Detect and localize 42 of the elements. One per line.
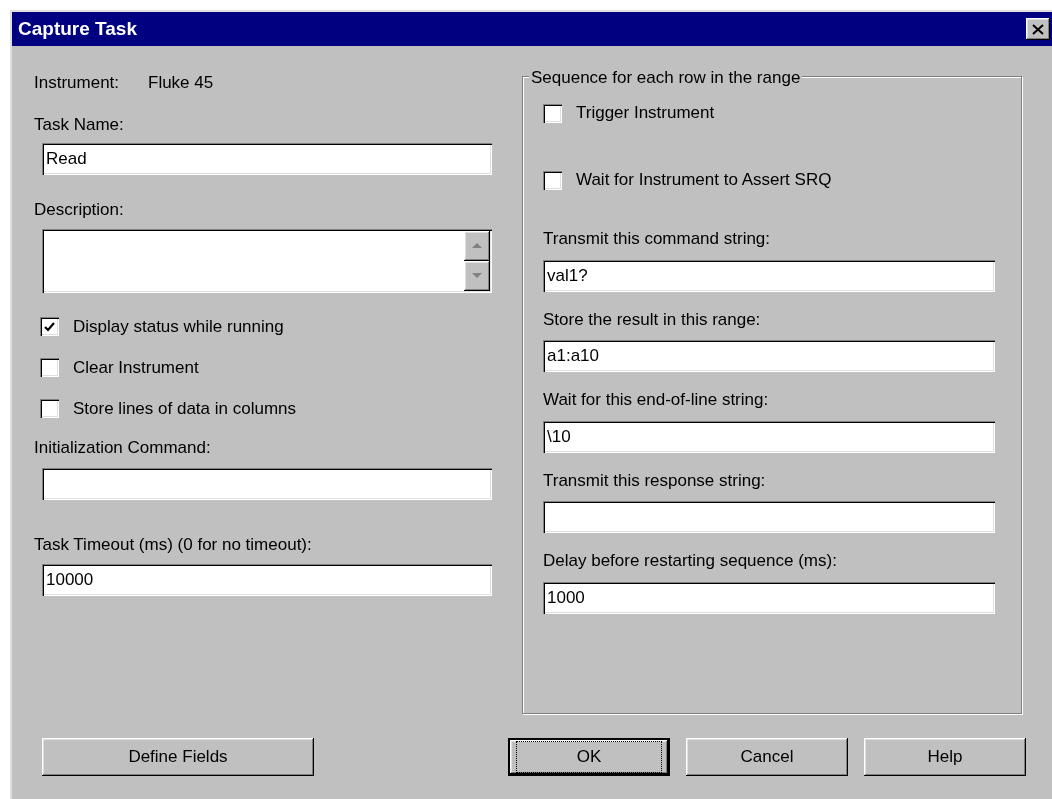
- dialog-button[interactable]: Define Fields: [42, 738, 314, 776]
- field-label: Initialization Command:: [34, 436, 212, 459]
- dialog-button[interactable]: Help: [864, 738, 1026, 776]
- checkbox[interactable]: [40, 399, 59, 418]
- field-label: Transmit this command string:: [543, 228, 772, 250]
- text-field[interactable]: \10: [543, 420, 995, 453]
- checkbox-label: Clear Instrument: [73, 356, 199, 379]
- field-label: Description:: [34, 199, 125, 221]
- checkbox[interactable]: [40, 317, 59, 336]
- checkbox[interactable]: [543, 103, 562, 123]
- description-field[interactable]: [42, 228, 492, 293]
- field-label: Task Name:: [34, 113, 125, 136]
- field-label: Wait for this end-of-line string:: [543, 389, 770, 411]
- field-label: Transmit this response string:: [543, 469, 767, 492]
- field-label: Store the result in this range:: [543, 308, 762, 331]
- scroll-up-button[interactable]: [464, 230, 490, 261]
- window-title: Capture Task: [18, 16, 137, 41]
- text-field[interactable]: [543, 501, 995, 533]
- close-button[interactable]: [1026, 18, 1050, 40]
- text-field[interactable]: [42, 468, 492, 500]
- checkbox-label: Store lines of data in columns: [73, 397, 296, 420]
- text-field[interactable]: Read: [42, 143, 492, 175]
- checkbox-label: Wait for Instrument to Assert SRQ: [576, 169, 832, 192]
- text-field[interactable]: val1?: [543, 259, 995, 292]
- field-label: Delay before restarting sequence (ms):: [543, 550, 838, 572]
- up-arrow-icon: [472, 243, 482, 248]
- text-field[interactable]: a1:a10: [543, 340, 995, 372]
- text-field[interactable]: 1000: [543, 581, 995, 614]
- scroll-down-button[interactable]: [464, 260, 490, 291]
- close-icon: [1032, 23, 1044, 35]
- checkbox-label: Display status while running: [73, 315, 284, 338]
- checkbox-label: Trigger Instrument: [576, 102, 715, 125]
- down-arrow-icon: [472, 273, 482, 278]
- field-label: Instrument:: [34, 72, 121, 94]
- field-label: Task Timeout (ms) (0 for no timeout):: [34, 534, 313, 556]
- checkmark-icon: [44, 321, 55, 332]
- dialog-button[interactable]: OK: [508, 738, 670, 776]
- instrument-value: Fluke 45: [148, 72, 214, 94]
- checkbox[interactable]: [543, 170, 562, 190]
- text-field[interactable]: 10000: [42, 563, 492, 596]
- dialog-button[interactable]: Cancel: [686, 738, 848, 776]
- checkbox[interactable]: [40, 358, 59, 377]
